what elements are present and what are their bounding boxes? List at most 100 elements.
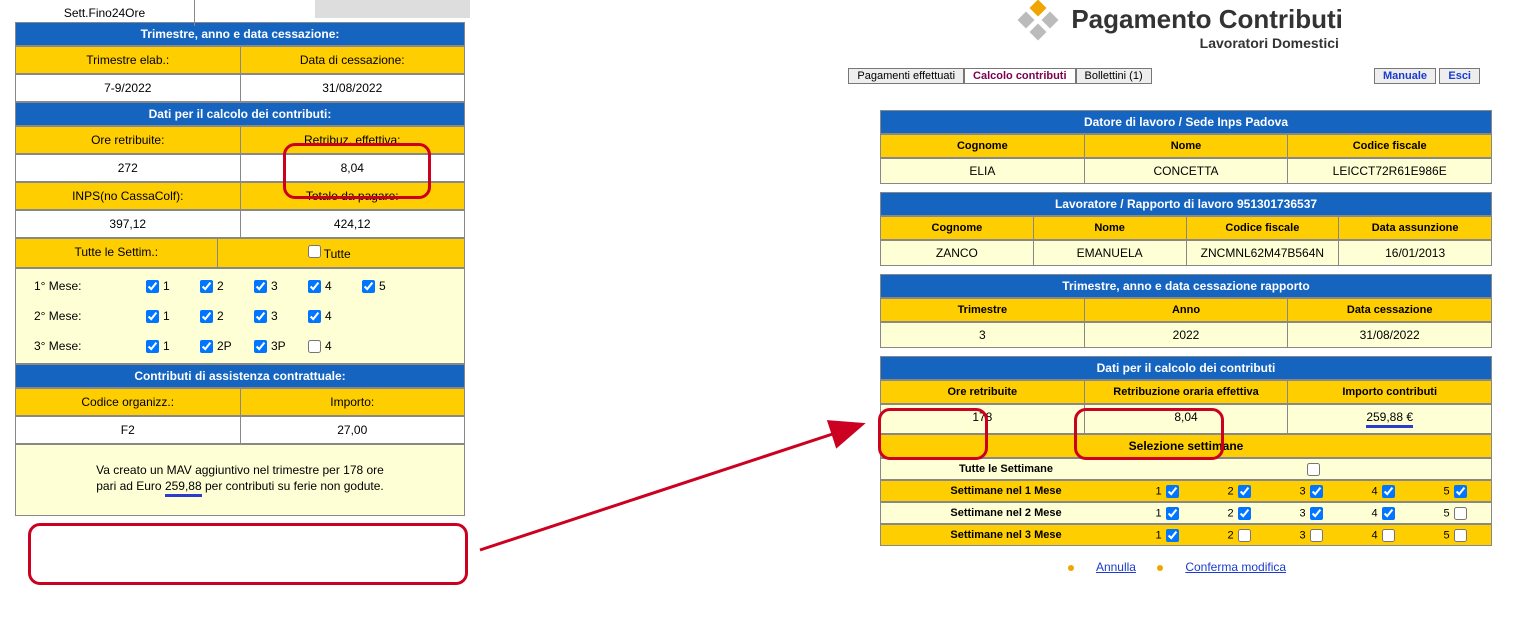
tutte-settim-label: Tutte le Settim.:: [16, 239, 218, 267]
importo-label: Importo:: [241, 389, 465, 415]
ore-retribuite-label: Ore retribuite:: [16, 127, 241, 153]
r-m1-wk5[interactable]: [1454, 485, 1467, 498]
tab-bar: Pagamenti effettuatiCalcolo contributiBo…: [490, 68, 1510, 84]
calc-importo: 259,88 €: [1288, 405, 1491, 433]
annulla-link[interactable]: Annulla: [1096, 560, 1136, 574]
right-tables: Datore di lavoro / Sede Inps Padova Cogn…: [880, 110, 1492, 574]
r-m3-wk2[interactable]: [1238, 529, 1251, 542]
lavoratore-header: Lavoratore / Rapporto di lavoro 95130173…: [880, 192, 1492, 216]
totale-label: Totale da pagare:: [241, 183, 465, 209]
r-m1-wk4[interactable]: [1382, 485, 1395, 498]
r-m2-wk5[interactable]: [1454, 507, 1467, 520]
r-m2-wk4[interactable]: [1382, 507, 1395, 520]
header-calcolo: Dati per il calcolo dei contributi:: [15, 102, 465, 126]
tab-calcolo[interactable]: Calcolo contributi: [964, 68, 1076, 84]
m3-wk2[interactable]: [200, 340, 213, 353]
annotation-arrow: [470, 410, 880, 560]
trim-elab-value: 7-9/2022: [16, 75, 241, 101]
mese1-label: 1° Mese:: [16, 279, 96, 293]
data-cess-label: Data di cessazione:: [241, 47, 465, 73]
lav-col-cognome: Cognome: [881, 217, 1034, 239]
datore-cognome: ELIA: [881, 159, 1085, 183]
conferma-link[interactable]: Conferma modifica: [1185, 560, 1286, 574]
calc-header: Dati per il calcolo dei contributi: [880, 356, 1492, 380]
r-m1-wk1[interactable]: [1166, 485, 1179, 498]
inps-label: INPS(no CassaColf):: [16, 183, 241, 209]
datore-nome: CONCETTA: [1085, 159, 1289, 183]
trim-col-anno: Anno: [1085, 299, 1289, 321]
manuale-link[interactable]: Manuale: [1374, 68, 1436, 84]
dot-icon: [1157, 565, 1163, 571]
highlight-notice: [28, 523, 468, 585]
tab-pagamenti[interactable]: Pagamenti effettuati: [848, 68, 964, 84]
trim-col-cess: Data cessazione: [1288, 299, 1491, 321]
m2-wk1[interactable]: [146, 310, 159, 323]
notice-line2a: pari ad Euro: [96, 479, 165, 493]
m1-wk5[interactable]: [362, 280, 375, 293]
m1-wk4[interactable]: [308, 280, 321, 293]
r-m3-wk1[interactable]: [1166, 529, 1179, 542]
mese2-label: 2° Mese:: [16, 309, 96, 323]
ore-retribuite-value: 272: [16, 155, 241, 181]
codice-org-value: F2: [16, 417, 241, 443]
r-m2-wk2[interactable]: [1238, 507, 1251, 520]
sel-header: Selezione settimane: [880, 434, 1492, 458]
m2-wk4[interactable]: [308, 310, 321, 323]
calc-ore: 178: [881, 405, 1085, 433]
right-panel: Pagamento Contributi Lavoratori Domestic…: [490, 0, 1510, 84]
trim-col-trimestre: Trimestre: [881, 299, 1085, 321]
calc-col-ore: Ore retribuite: [881, 381, 1085, 403]
sel-m2-label: Settimane nel 2 Mese: [881, 503, 1131, 523]
tutte-checkbox[interactable]: [308, 245, 321, 258]
grey-box: [315, 0, 470, 18]
m1-wk1[interactable]: [146, 280, 159, 293]
footer-links: Annulla Conferma modifica: [880, 560, 1492, 574]
m3-wk3[interactable]: [254, 340, 267, 353]
calc-col-importo: Importo contributi: [1288, 381, 1491, 403]
lav-data: 16/01/2013: [1339, 241, 1491, 265]
r-m3-wk4[interactable]: [1382, 529, 1395, 542]
r-m2-wk1[interactable]: [1166, 507, 1179, 520]
tab-bollettini[interactable]: Bollettini (1): [1076, 68, 1152, 84]
logo-icon: [1010, 0, 1062, 55]
notice-amount: 259,88: [165, 479, 202, 497]
sel-m3-label: Settimane nel 3 Mese: [881, 525, 1131, 545]
mese3-label: 3° Mese:: [16, 339, 96, 353]
lav-col-nome: Nome: [1034, 217, 1187, 239]
r-m3-wk5[interactable]: [1454, 529, 1467, 542]
app-title: Pagamento Contributi: [1071, 4, 1343, 35]
trim-cess: 31/08/2022: [1288, 323, 1491, 347]
m2-wk2[interactable]: [200, 310, 213, 323]
r-m1-wk2[interactable]: [1238, 485, 1251, 498]
r-m1-wk3[interactable]: [1310, 485, 1323, 498]
codice-org-label: Codice organizz.:: [16, 389, 241, 415]
r-m3-wk3[interactable]: [1310, 529, 1323, 542]
calc-retrib: 8,04: [1085, 405, 1289, 433]
mav-notice: Va creato un MAV aggiuntivo nel trimestr…: [15, 444, 465, 516]
datore-header: Datore di lavoro / Sede Inps Padova: [880, 110, 1492, 134]
notice-line2c: per contributi su ferie non godute.: [202, 479, 384, 493]
lav-cf: ZNCMNL62M47B564N: [1187, 241, 1340, 265]
esci-link[interactable]: Esci: [1439, 68, 1480, 84]
calc-col-retrib: Retribuzione oraria effettiva: [1085, 381, 1289, 403]
m3-wk4[interactable]: [308, 340, 321, 353]
retrib-effettiva-label: Retribuz. effettiva:: [241, 127, 465, 153]
datore-col-cf: Codice fiscale: [1288, 135, 1491, 157]
m2-wk3[interactable]: [254, 310, 267, 323]
sel-m1-label: Settimane nel 1 Mese: [881, 481, 1131, 501]
retrib-effettiva-value: 8,04: [241, 155, 465, 181]
sel-tutte-chk[interactable]: [1307, 463, 1320, 476]
dot-icon: [1068, 565, 1074, 571]
r-m2-wk3[interactable]: [1310, 507, 1323, 520]
m3-wk1[interactable]: [146, 340, 159, 353]
trim-elab-label: Trimestre elab.:: [16, 47, 241, 73]
m1-wk3[interactable]: [254, 280, 267, 293]
app-subtitle: Lavoratori Domestici: [1071, 35, 1343, 51]
trim-anno: 2022: [1085, 323, 1289, 347]
inps-value: 397,12: [16, 211, 241, 237]
trim-trimestre: 3: [881, 323, 1085, 347]
left-panel: Sett.Fino24Ore Trimestre, anno e data ce…: [15, 0, 465, 516]
lav-col-cf: Codice fiscale: [1187, 217, 1340, 239]
datore-cf: LEICCT72R61E986E: [1288, 159, 1491, 183]
m1-wk2[interactable]: [200, 280, 213, 293]
